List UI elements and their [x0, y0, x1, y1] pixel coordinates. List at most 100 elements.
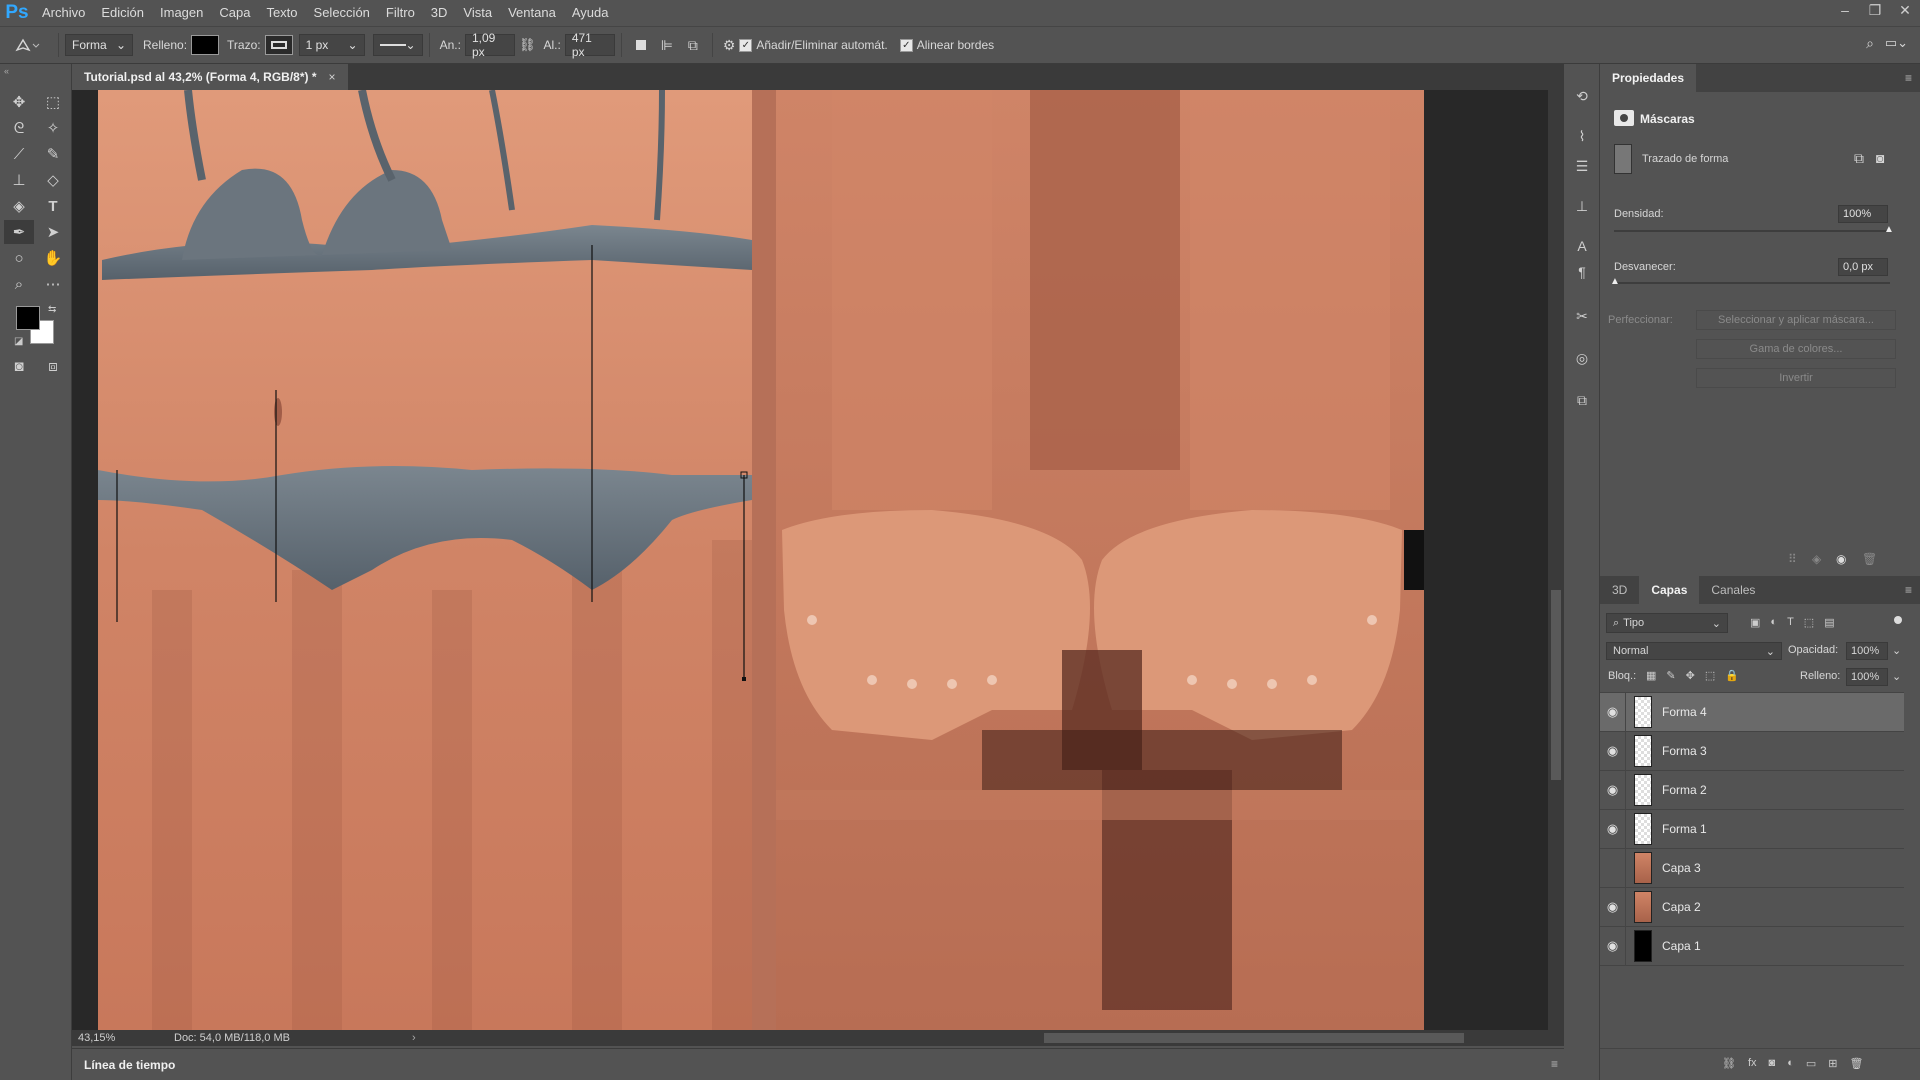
layer-thumbnail[interactable] [1634, 930, 1652, 962]
feather-slider-handle[interactable]: ▲ [1610, 276, 1620, 287]
canvas-area[interactable] [72, 90, 1548, 1030]
layer-row[interactable]: ◉ Capa 2 [1600, 887, 1904, 927]
smart-object-filter-icon[interactable]: ▤ [1824, 616, 1834, 629]
menu-texto[interactable]: Texto [258, 0, 305, 26]
ellipse-tool-icon[interactable]: ○ [4, 246, 34, 270]
paint-bucket-icon[interactable]: ◈ [4, 194, 34, 218]
path-operations-icon[interactable] [628, 40, 654, 50]
clone-source-icon[interactable]: ⊥ [1570, 194, 1594, 218]
visibility-eye-icon[interactable]: ◉ [1600, 692, 1626, 732]
texture-artwork[interactable] [72, 90, 1548, 1030]
paragraph-icon[interactable]: ¶ [1570, 260, 1594, 284]
new-group-icon[interactable]: ▭ [1806, 1057, 1816, 1070]
menu-archivo[interactable]: Archivo [34, 0, 93, 26]
search-icon[interactable]: ⌕ [1866, 35, 1874, 52]
adjustment-layer-icon[interactable]: ◐ [1787, 1057, 1794, 1070]
menu-ventana[interactable]: Ventana [500, 0, 564, 26]
eyedropper-icon[interactable]: ⟋ [4, 142, 34, 166]
tool-presets-icon[interactable]: ✂ [1570, 304, 1594, 328]
channels-icon[interactable]: ◎ [1570, 346, 1594, 370]
color-range-button[interactable]: Gama de colores... [1696, 339, 1896, 359]
marquee-tool-icon[interactable]: ⬚ [38, 90, 68, 114]
layer-thumbnail[interactable] [1634, 813, 1652, 845]
layer-name[interactable]: Forma 4 [1662, 705, 1707, 719]
layer-row[interactable]: ◉ Forma 2 [1600, 770, 1904, 810]
layer-thumbnail[interactable] [1634, 774, 1652, 806]
delete-mask-icon[interactable]: 🗑 [1862, 552, 1877, 566]
eraser-tool-icon[interactable]: ◇ [38, 168, 68, 192]
layer-name[interactable]: Capa 3 [1662, 861, 1701, 875]
visibility-eye-icon[interactable]: ◉ [1600, 770, 1626, 810]
filter-toggle-icon[interactable] [1894, 616, 1902, 624]
layer-thumbnail[interactable] [1634, 735, 1652, 767]
restore-button[interactable]: ❐ [1860, 0, 1890, 20]
tab-3d[interactable]: 3D [1600, 576, 1639, 604]
zoom-tool-icon[interactable]: ⌕ [4, 272, 34, 296]
layer-name[interactable]: Capa 2 [1662, 900, 1701, 914]
load-selection-icon[interactable]: ⠿ [1788, 552, 1797, 566]
apply-mask-icon[interactable]: ◈ [1812, 552, 1821, 566]
hand-tool-icon[interactable]: ✋ [38, 246, 68, 270]
tab-layers[interactable]: Capas [1639, 576, 1700, 604]
visibility-eye-icon[interactable]: ◉ [1600, 809, 1626, 849]
adjustment-filter-icon[interactable]: ◐ [1770, 616, 1777, 629]
layer-name[interactable]: Capa 1 [1662, 939, 1701, 953]
horizontal-scrollbar[interactable] [362, 1030, 1562, 1046]
horizontal-scroll-thumb[interactable] [1044, 1033, 1464, 1043]
timeline-tab[interactable]: Línea de tiempo [84, 1058, 175, 1072]
path-arrangement-icon[interactable]: ⧉ [680, 37, 706, 54]
layer-thumbnail[interactable] [1634, 852, 1652, 884]
type-tool-icon[interactable]: T [38, 194, 68, 218]
invert-button[interactable]: Invertir [1696, 368, 1896, 388]
lock-position-icon[interactable]: ✥ [1686, 669, 1695, 682]
layer-row[interactable]: ◉ Forma 3 [1600, 731, 1904, 771]
lasso-tool-icon[interactable]: ᘓ [4, 116, 34, 140]
density-slider-track[interactable] [1614, 230, 1890, 232]
paths-icon[interactable]: ⧉ [1570, 388, 1594, 412]
zoom-level[interactable]: 43,15% [78, 1032, 158, 1044]
layer-name[interactable]: Forma 3 [1662, 744, 1707, 758]
density-slider-handle[interactable]: ▲ [1884, 224, 1894, 235]
stroke-style-select[interactable]: ⌄ [372, 34, 423, 56]
gear-icon[interactable]: ⚙ [723, 37, 736, 54]
visibility-eye-icon[interactable]: ◉ [1836, 552, 1846, 566]
visibility-eye-icon[interactable]: ◉ [1600, 887, 1626, 927]
lock-pixels-icon[interactable]: ✎ [1666, 669, 1675, 682]
more-tools-icon[interactable]: ⋯ [38, 272, 68, 296]
height-field[interactable]: 471 px [564, 31, 615, 59]
close-button[interactable]: ✕ [1890, 0, 1920, 20]
panel-menu-icon[interactable]: ≡ [1905, 576, 1912, 604]
lock-all-icon[interactable]: 🔒 [1725, 669, 1739, 682]
document-tab[interactable]: Tutorial.psd al 43,2% (Forma 4, RGB/8*) … [72, 64, 348, 90]
auto-add-delete-checkbox[interactable]: ✓ [739, 38, 753, 52]
link-icon[interactable]: ⛓ [519, 37, 536, 53]
close-tab-icon[interactable]: × [329, 70, 336, 84]
workspace-icon[interactable]: ▭⌄ [1885, 35, 1908, 51]
layer-row[interactable]: Capa 3 [1600, 848, 1904, 888]
type-filter-icon[interactable]: T [1787, 616, 1794, 629]
density-field[interactable]: 100% [1838, 205, 1888, 223]
collapse-icon[interactable]: « [4, 66, 9, 76]
layer-thumbnail[interactable] [1634, 696, 1652, 728]
layer-row[interactable]: ◉ Capa 1 [1600, 926, 1904, 966]
menu-edicion[interactable]: Edición [93, 0, 152, 26]
stamp-tool-icon[interactable]: ⊥ [4, 168, 34, 192]
lock-artboard-icon[interactable]: ⬚ [1705, 669, 1715, 682]
blend-mode-select[interactable]: Normal ⌄ [1606, 642, 1782, 660]
link-layers-icon[interactable]: ⛓ [1722, 1057, 1736, 1070]
chevron-down-icon[interactable]: ⌄ [1892, 644, 1901, 657]
add-mask-icon[interactable]: ⧉ [1854, 150, 1864, 167]
opacity-field[interactable]: 100% [1846, 642, 1888, 660]
add-mask-icon[interactable]: ◙ [1769, 1057, 1776, 1070]
layer-name[interactable]: Forma 1 [1662, 822, 1707, 836]
screen-mode-icon[interactable]: ⧈ [38, 354, 68, 378]
layer-thumbnail[interactable] [1634, 891, 1652, 923]
visibility-eye-icon[interactable]: ◉ [1600, 926, 1626, 966]
pen-tool-icon[interactable]: ✒ [4, 220, 34, 244]
menu-capa[interactable]: Capa [211, 0, 258, 26]
stroke-width-field[interactable]: 1 px ⌄ [298, 34, 365, 56]
default-colors-icon[interactable]: ◪ [14, 336, 23, 347]
adjustments-icon[interactable]: ☰ [1570, 154, 1594, 178]
pen-tool-preset[interactable] [0, 36, 52, 54]
stroke-swatch[interactable] [264, 35, 293, 55]
